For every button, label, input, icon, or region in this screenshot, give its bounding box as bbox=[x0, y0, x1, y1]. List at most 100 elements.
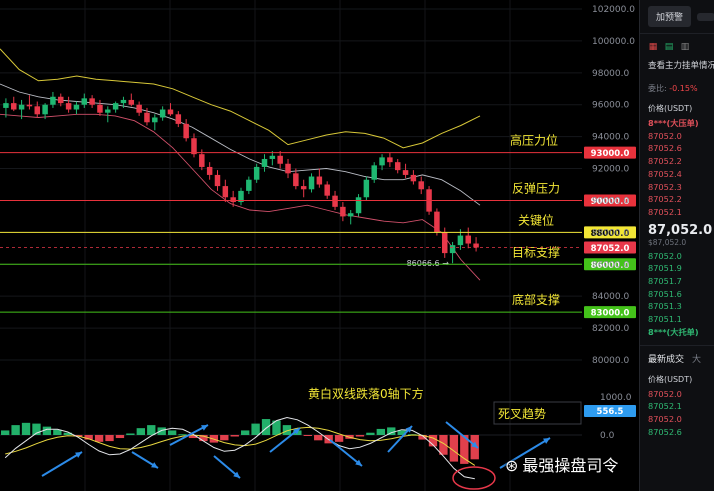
ask-row[interactable]: 87052.2 bbox=[640, 155, 714, 168]
candle-body bbox=[206, 166, 213, 175]
bid-row[interactable]: 87051.7 bbox=[640, 275, 714, 288]
y-tick-label: 92000.0 bbox=[592, 165, 629, 175]
bollinger-upper bbox=[0, 48, 481, 149]
candle-body bbox=[355, 197, 362, 214]
tab-big-trades[interactable]: 大 bbox=[692, 355, 701, 365]
price-chart[interactable]: 86066.6 → 93000.0 高压力位 90000.0 反弹压力 88000.0 关… bbox=[0, 0, 639, 491]
trades-price-header: 价格(USDT) bbox=[648, 374, 693, 384]
ratio-value: -0.15% bbox=[669, 84, 698, 93]
ask-row[interactable]: 87052.0 bbox=[640, 130, 714, 143]
current-price-tag-text: 87052.0 bbox=[591, 244, 630, 254]
candle-body bbox=[441, 232, 448, 254]
candle-body bbox=[73, 104, 80, 110]
level-label: 关键位 bbox=[518, 212, 554, 227]
candle-body bbox=[11, 103, 17, 110]
bid-row[interactable]: 87052.0 bbox=[640, 250, 714, 263]
y-tick-label: 102000.0 bbox=[592, 5, 635, 15]
macd-hist-bar bbox=[251, 423, 260, 435]
weibo-logo-icon: ⊛ bbox=[505, 456, 519, 475]
macd-hist-bar bbox=[136, 428, 145, 435]
big-bid-order: 8***(大托单) bbox=[648, 326, 699, 337]
bollinger-bands bbox=[0, 48, 481, 281]
y-tick-label: 90000.0 bbox=[592, 196, 629, 206]
order-book-panel: 加预警 ▦ ▤ ▥ 查看主力挂单情况 委比: -0.15% 价格(USDT) 8… bbox=[639, 0, 714, 491]
trade-row: 87052.0 bbox=[648, 413, 682, 424]
y-tick-label: 84000.0 bbox=[592, 292, 629, 302]
candle-body bbox=[308, 176, 315, 190]
candle-body bbox=[136, 104, 142, 113]
bid-row[interactable]: 87051.6 bbox=[640, 288, 714, 301]
bid-list: 87052.0 87051.9 87051.7 87051.6 87051.3 87051… bbox=[640, 250, 714, 326]
y-tick-label: 98000.0 bbox=[592, 69, 629, 79]
price-header: 价格(USDT) bbox=[648, 104, 693, 113]
bid-row[interactable]: 87051.1 bbox=[640, 313, 714, 326]
book-both-icon[interactable]: ▦ bbox=[648, 42, 658, 52]
macd-hist-bar bbox=[314, 435, 323, 441]
annotation-text: 死叉趋势 bbox=[498, 407, 546, 421]
candle-body bbox=[316, 176, 323, 185]
order-ratio: 委比: -0.15% bbox=[640, 80, 714, 97]
y-tick-label: 82000.0 bbox=[592, 324, 629, 334]
macd-hist-bar bbox=[167, 430, 177, 435]
bid-row[interactable]: 87051.3 bbox=[640, 300, 714, 313]
ask-row[interactable]: 87052.6 bbox=[640, 142, 714, 155]
macd-hist-bar bbox=[230, 435, 239, 437]
candle-body bbox=[58, 96, 64, 104]
macd-dif-line bbox=[4, 416, 475, 480]
candle-body bbox=[65, 103, 72, 110]
candle-body bbox=[253, 166, 260, 180]
y-tick-label: 94000.0 bbox=[592, 133, 629, 143]
watermark: ⊛ 最强操盘司令 bbox=[505, 456, 619, 475]
last-price-usd: $87,052.0 bbox=[648, 237, 687, 247]
candle-body bbox=[144, 112, 150, 123]
y-tick-label: 86000.0 bbox=[592, 260, 629, 270]
macd-hist-bar bbox=[334, 435, 344, 442]
candle-body bbox=[300, 186, 307, 190]
candle-body bbox=[89, 98, 95, 105]
candle-body bbox=[222, 186, 229, 198]
candle-body bbox=[42, 104, 48, 115]
candle-body bbox=[246, 179, 252, 191]
macd-value-text: 556.5 bbox=[597, 407, 624, 417]
trade-list: 87052.0 87052.1 87052.0 87052.6 bbox=[640, 388, 714, 439]
candle-body bbox=[175, 114, 182, 124]
candle-body bbox=[434, 211, 440, 233]
candle-body bbox=[152, 117, 158, 123]
candle-body bbox=[332, 195, 338, 207]
bid-row[interactable]: 87051.9 bbox=[640, 262, 714, 275]
ask-row[interactable]: 87052.4 bbox=[640, 168, 714, 181]
ask-row[interactable]: 87052.2 bbox=[640, 193, 714, 206]
y-tick-label: 96000.0 bbox=[592, 101, 629, 111]
candle-body bbox=[97, 104, 103, 113]
level-label: 反弹压力 bbox=[512, 181, 560, 195]
macd-hist-bar bbox=[220, 435, 229, 441]
tab-latest-trades[interactable]: 最新成交 bbox=[648, 355, 684, 365]
macd-hist-bar bbox=[376, 428, 385, 435]
candle-body bbox=[418, 181, 424, 190]
candle-body bbox=[457, 235, 464, 246]
candle-body bbox=[128, 99, 135, 105]
candle-body bbox=[50, 96, 56, 105]
book-bids-icon[interactable]: ▤ bbox=[664, 42, 674, 52]
annotation-text: 黄白双线跌落0轴下方 bbox=[308, 386, 424, 401]
price-axis: 102000.0 100000.0 98000.0 96000.0 94000.0 920… bbox=[592, 5, 635, 441]
trade-row: 87052.1 bbox=[648, 401, 682, 412]
level-price-tag-text: 93000.0 bbox=[591, 149, 630, 159]
macd-hist-bar bbox=[1, 430, 10, 435]
candle-body bbox=[199, 154, 205, 167]
ask-row[interactable]: 87052.3 bbox=[640, 181, 714, 194]
ask-list: 87052.0 87052.6 87052.2 87052.4 87052.3 87052… bbox=[640, 130, 714, 219]
candle-body bbox=[26, 104, 33, 107]
book-asks-icon[interactable]: ▥ bbox=[680, 42, 690, 52]
candle-body bbox=[105, 109, 111, 113]
candle-body bbox=[230, 197, 236, 203]
main-orders-link[interactable]: 查看主力挂单情况 bbox=[640, 56, 714, 74]
more-button[interactable] bbox=[697, 12, 714, 21]
ask-row[interactable]: 87052.1 bbox=[640, 206, 714, 219]
macd-hist-bar bbox=[11, 425, 20, 435]
candle-body bbox=[277, 155, 283, 164]
candle-body bbox=[285, 163, 291, 174]
y-tick-label: 100000.0 bbox=[592, 37, 635, 47]
candle-body bbox=[410, 174, 417, 182]
set-alert-button[interactable]: 加预警 bbox=[648, 6, 692, 27]
